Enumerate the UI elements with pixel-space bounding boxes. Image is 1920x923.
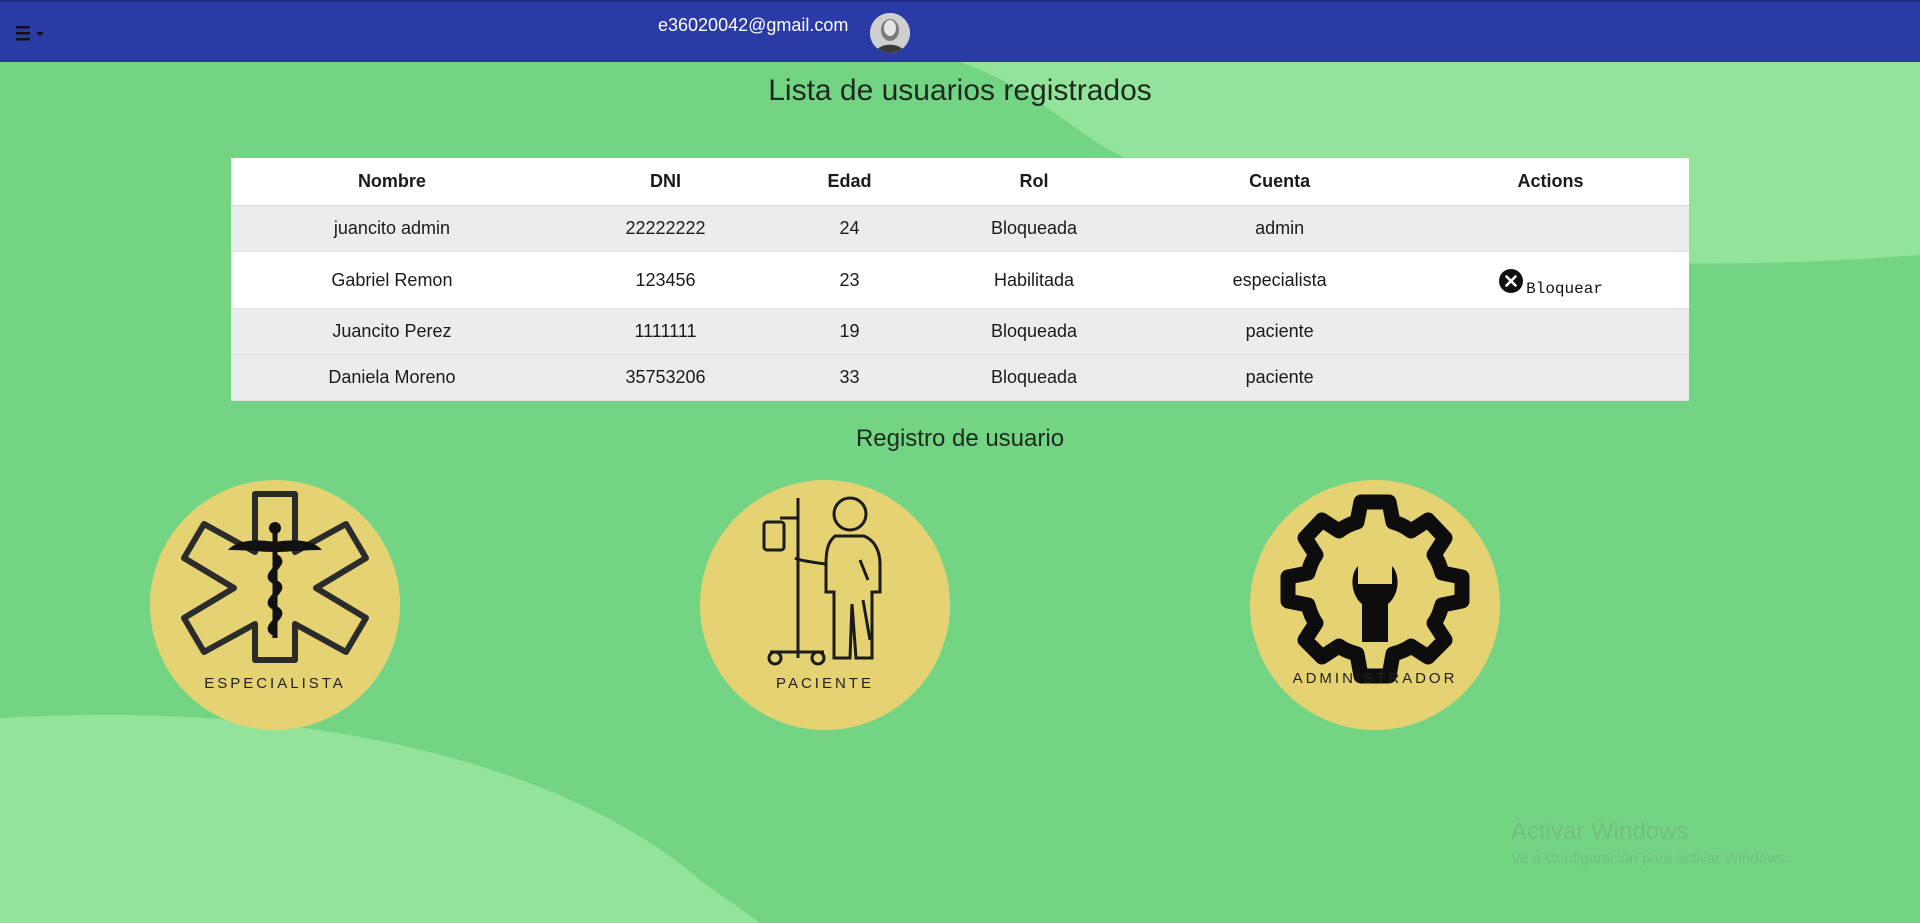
cell-actions: Bloquear <box>1412 251 1689 309</box>
cell-cuenta: paciente <box>1147 354 1413 401</box>
cell-actions <box>1412 205 1689 252</box>
cell-dni: 1111111 <box>552 308 779 355</box>
cell-actions <box>1412 354 1689 401</box>
column-header-rol: Rol <box>920 158 1148 206</box>
cell-cuenta: especialista <box>1147 251 1413 309</box>
cell-nombre: Daniela Moreno <box>231 354 553 401</box>
cell-rol: Habilitada <box>920 251 1148 309</box>
main-content: Lista de usuarios registrados Nombre DNI… <box>0 62 1920 923</box>
table-header-row: Nombre DNI Edad Rol Cuenta Actions <box>231 158 1689 206</box>
column-header-nombre: Nombre <box>231 158 553 206</box>
cell-edad: 19 <box>778 308 921 355</box>
user-avatar[interactable] <box>870 13 910 53</box>
column-header-actions: Actions <box>1412 158 1689 206</box>
cell-dni: 35753206 <box>552 354 779 401</box>
block-user-label: Bloquear <box>1526 279 1603 298</box>
cell-edad: 23 <box>778 251 921 309</box>
cell-cuenta: admin <box>1147 205 1413 252</box>
table-row: Gabriel Remon 123456 23 Habilitada espec… <box>231 251 1689 309</box>
hamburger-menu-icon[interactable] <box>14 22 50 44</box>
cell-rol: Bloqueada <box>920 308 1148 355</box>
cell-rol: Bloqueada <box>920 354 1148 401</box>
table-row: Daniela Moreno 35753206 33 Bloqueada pac… <box>231 354 1689 401</box>
cell-cuenta: paciente <box>1147 308 1413 355</box>
table-row: Juancito Perez 1111111 19 Bloqueada paci… <box>231 308 1689 355</box>
cell-actions <box>1412 308 1689 355</box>
column-header-dni: DNI <box>552 158 779 206</box>
cell-nombre: Gabriel Remon <box>231 251 553 309</box>
users-table: Nombre DNI Edad Rol Cuenta Actions juanc… <box>231 158 1689 401</box>
close-circle-icon <box>1499 268 1524 293</box>
table-row: juancito admin 22222222 24 Bloqueada adm… <box>231 205 1689 252</box>
column-header-edad: Edad <box>778 158 921 206</box>
cell-dni: 123456 <box>552 251 779 309</box>
cell-edad: 33 <box>778 354 921 401</box>
cell-edad: 24 <box>778 205 921 252</box>
page-title: Lista de usuarios registrados <box>768 74 1152 107</box>
block-user-button[interactable]: Bloquear <box>1498 268 1603 298</box>
registration-title: Registro de usuario <box>855 425 1065 452</box>
cell-dni: 22222222 <box>552 205 779 252</box>
watermark-subtitle: Ve a Configuración para activar Windows. <box>1511 850 1790 867</box>
top-navbar: e36020042@gmail.com <box>0 0 1920 62</box>
cell-nombre: Juancito Perez <box>231 308 553 355</box>
cell-nombre: juancito admin <box>231 205 553 252</box>
user-email: e36020042@gmail.com <box>658 15 849 35</box>
windows-activation-watermark: Activar Windows Ve a Configuración para … <box>1511 818 1789 867</box>
cell-rol: Bloqueada <box>920 205 1148 252</box>
watermark-title: Activar Windows <box>1511 818 1689 845</box>
column-header-cuenta: Cuenta <box>1147 158 1413 206</box>
